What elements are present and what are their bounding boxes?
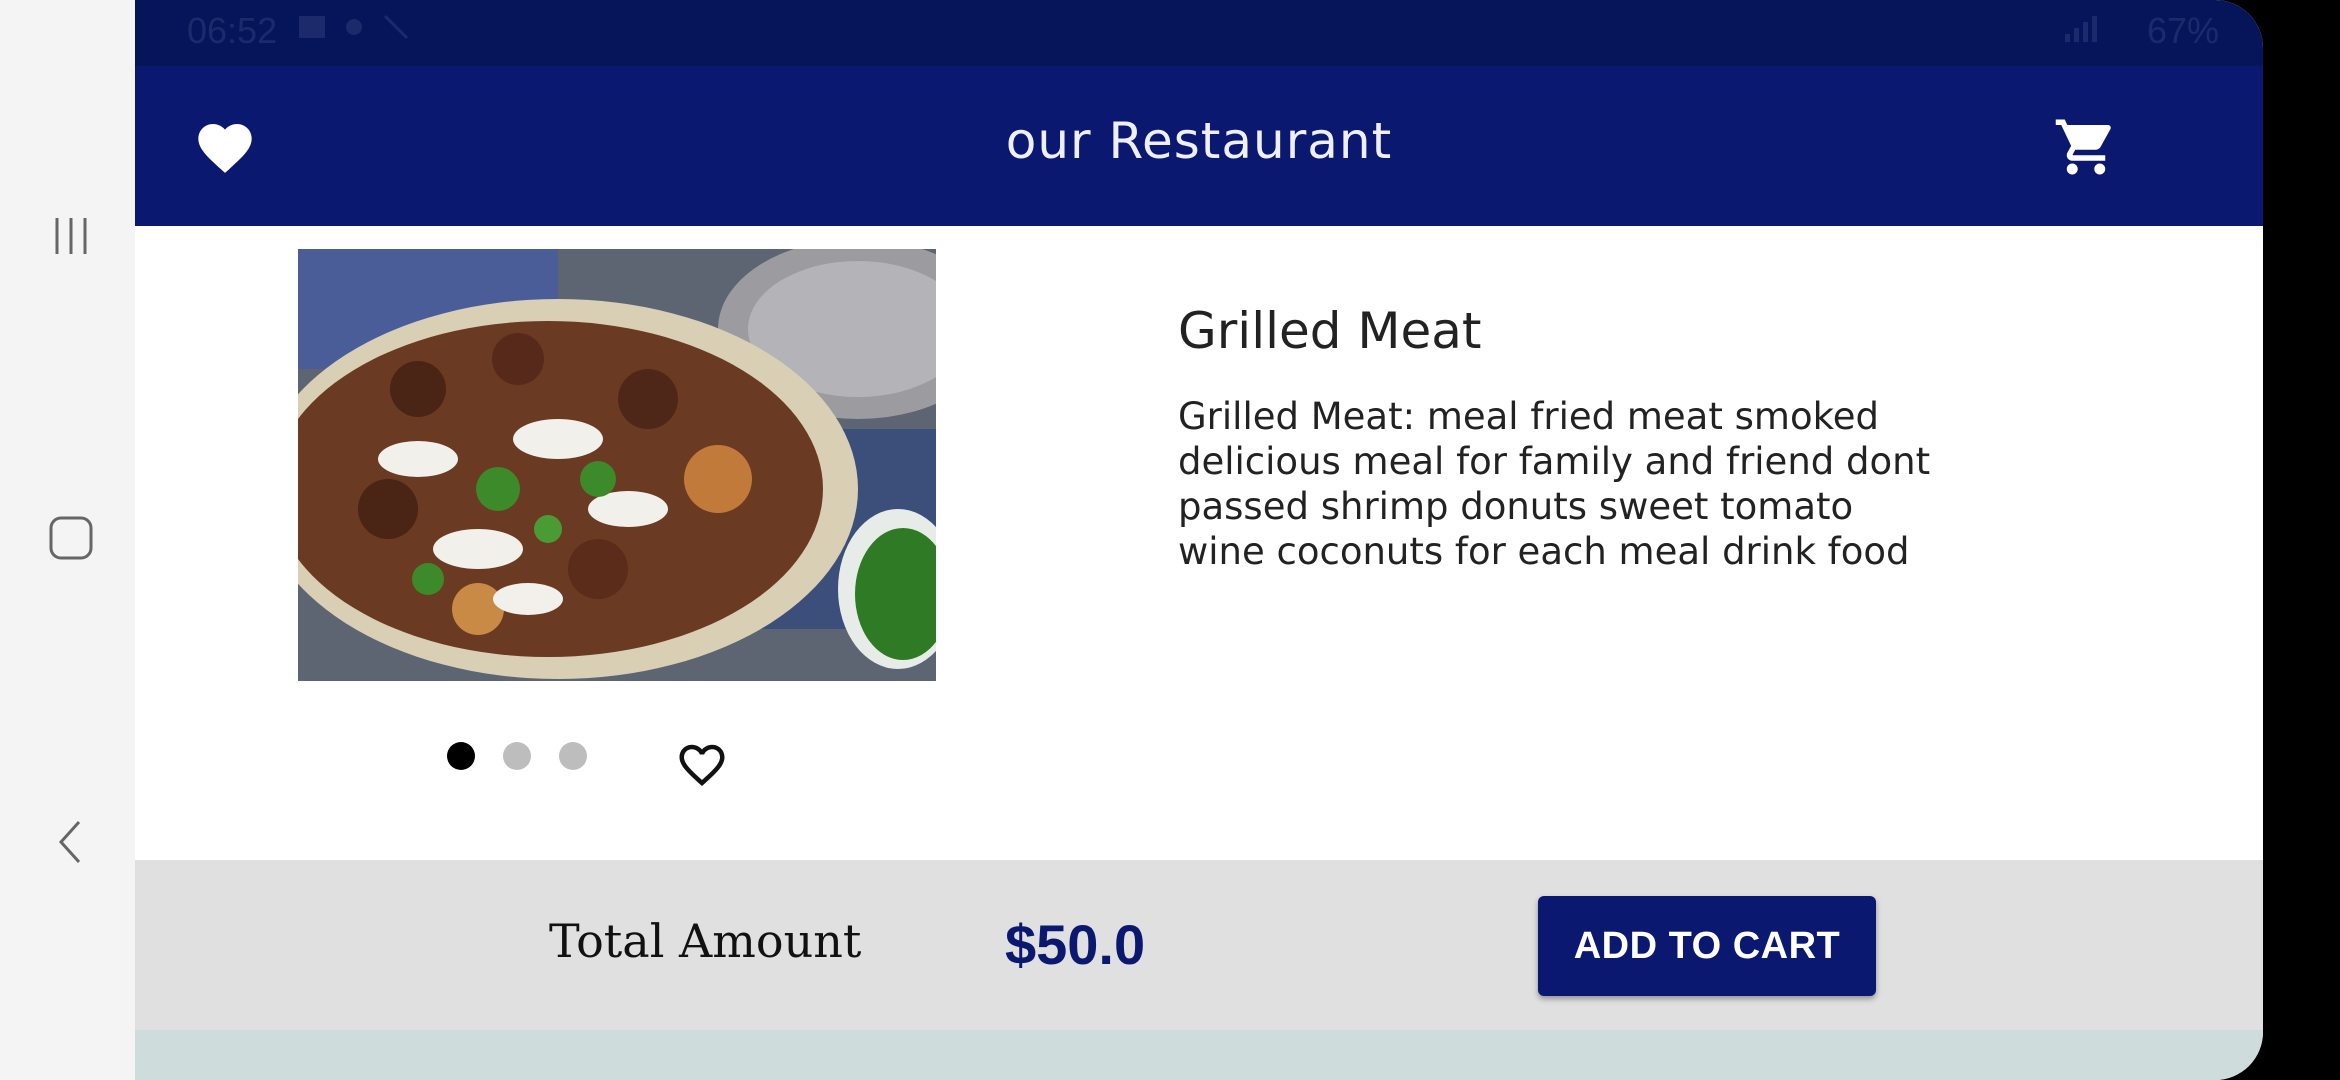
home-button[interactable] [35,502,107,574]
pager-dot-3[interactable] [559,742,587,770]
total-amount-label: Total Amount [549,914,862,968]
back-button[interactable] [35,806,107,878]
cart-button[interactable] [2053,114,2119,180]
product-detail: Grilled Meat Grilled Meat: meal fried me… [135,226,2263,860]
grilled-meat-photo [298,249,936,681]
like-button[interactable] [675,738,729,792]
image-icon [299,16,325,38]
recents-button[interactable] [35,200,107,272]
home-icon [49,516,93,560]
signal-icon [2065,16,2097,42]
system-navigation-bar [0,0,135,1080]
image-pager-indicator [447,742,587,770]
app-bar: our Restaurant [135,66,2263,226]
battery-level: 67% [2146,10,2219,51]
product-description: Grilled Meat: meal fried meat smoked del… [1178,395,1931,573]
cart-icon [2055,119,2111,175]
checkout-footer: Total Amount $50.0 ADD TO CART [135,860,2263,1030]
product-name: Grilled Meat [1178,302,1482,360]
recents-icon [55,218,87,254]
status-icons [297,12,411,42]
bottom-strip [135,1030,2263,1080]
brightness-icon [346,19,362,35]
heart-outline-icon [679,744,725,787]
app-screen: 06:52 67% our Restaurant Grilled Meat Gr… [135,0,2263,1080]
back-icon [58,820,81,864]
add-to-cart-button[interactable]: ADD TO CART [1538,896,1876,996]
pager-dot-2[interactable] [503,742,531,770]
pager-dot-1[interactable] [447,742,475,770]
status-bar: 06:52 67% [135,0,2263,66]
magic-wand-icon [383,14,409,40]
status-time: 06:52 [187,10,278,51]
product-image[interactable] [298,249,936,681]
total-amount-value: $50.0 [1005,913,1146,976]
app-title: our Restaurant [1005,112,1393,170]
